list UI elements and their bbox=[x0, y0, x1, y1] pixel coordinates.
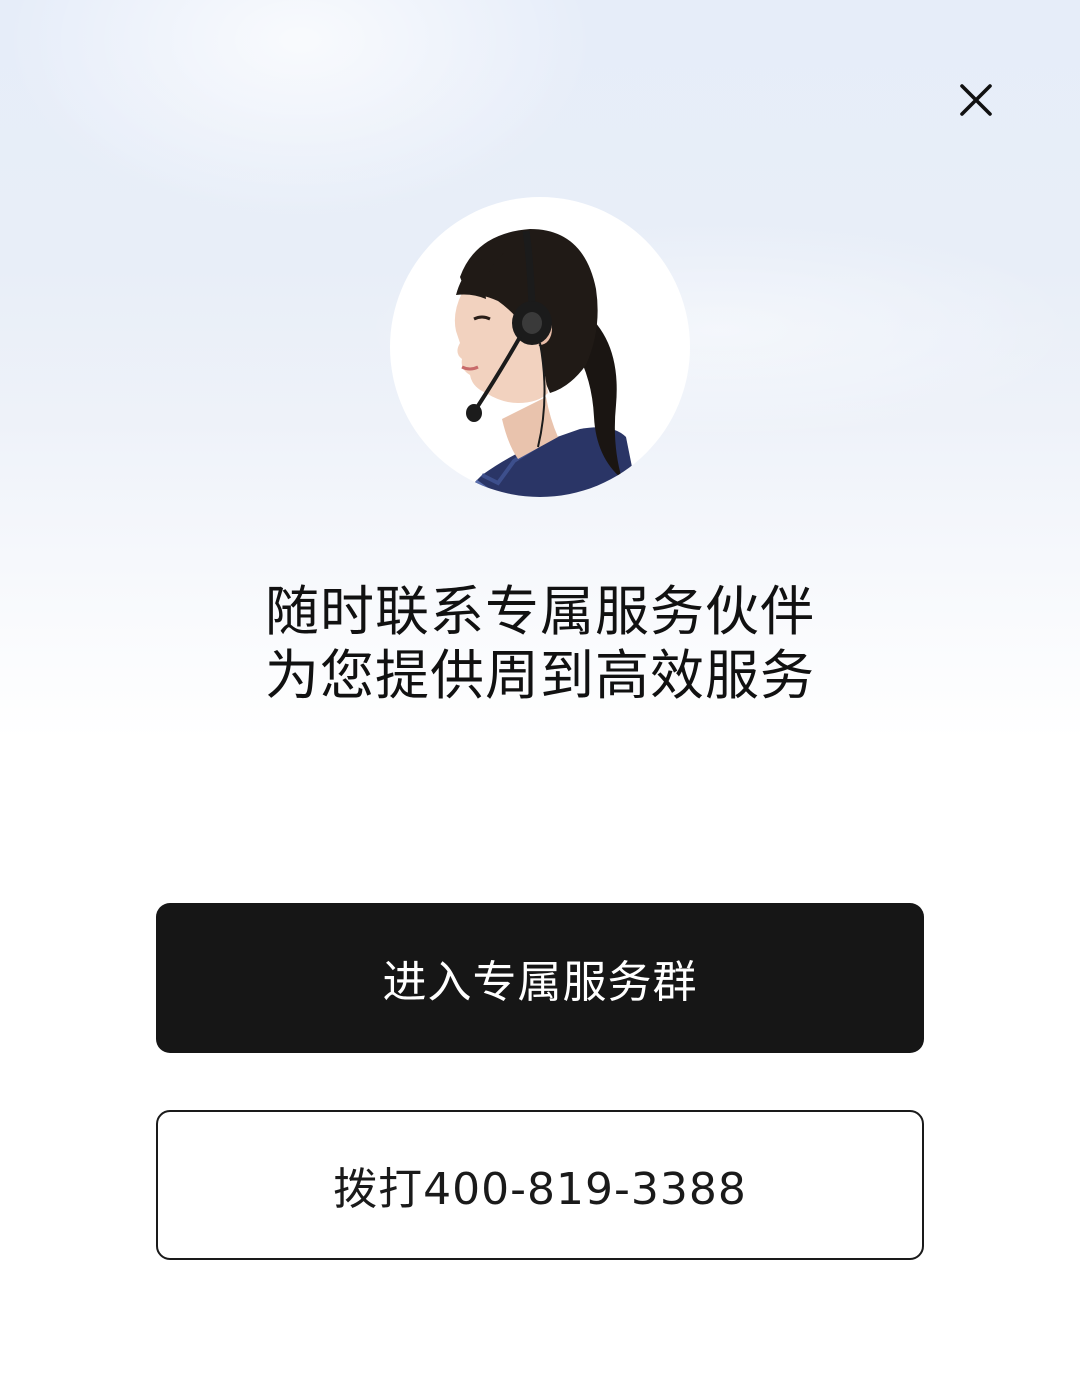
headline: 随时联系专属服务伙伴 为您提供周到高效服务 bbox=[0, 580, 1080, 708]
call-hotline-button[interactable]: 拨打400-819-3388 bbox=[156, 1110, 924, 1260]
join-service-group-button[interactable]: 进入专属服务群 bbox=[156, 903, 924, 1053]
headline-line-2: 为您提供周到高效服务 bbox=[265, 644, 815, 707]
close-icon bbox=[960, 84, 992, 116]
customer-service-avatar bbox=[390, 197, 690, 497]
agent-portrait-icon bbox=[454, 229, 638, 497]
join-service-group-label: 进入专属服务群 bbox=[382, 957, 698, 1008]
headline-line-1: 随时联系专属服务伙伴 bbox=[265, 580, 815, 643]
call-hotline-label: 拨打400-819-3388 bbox=[333, 1164, 747, 1215]
close-button[interactable] bbox=[948, 72, 1004, 128]
